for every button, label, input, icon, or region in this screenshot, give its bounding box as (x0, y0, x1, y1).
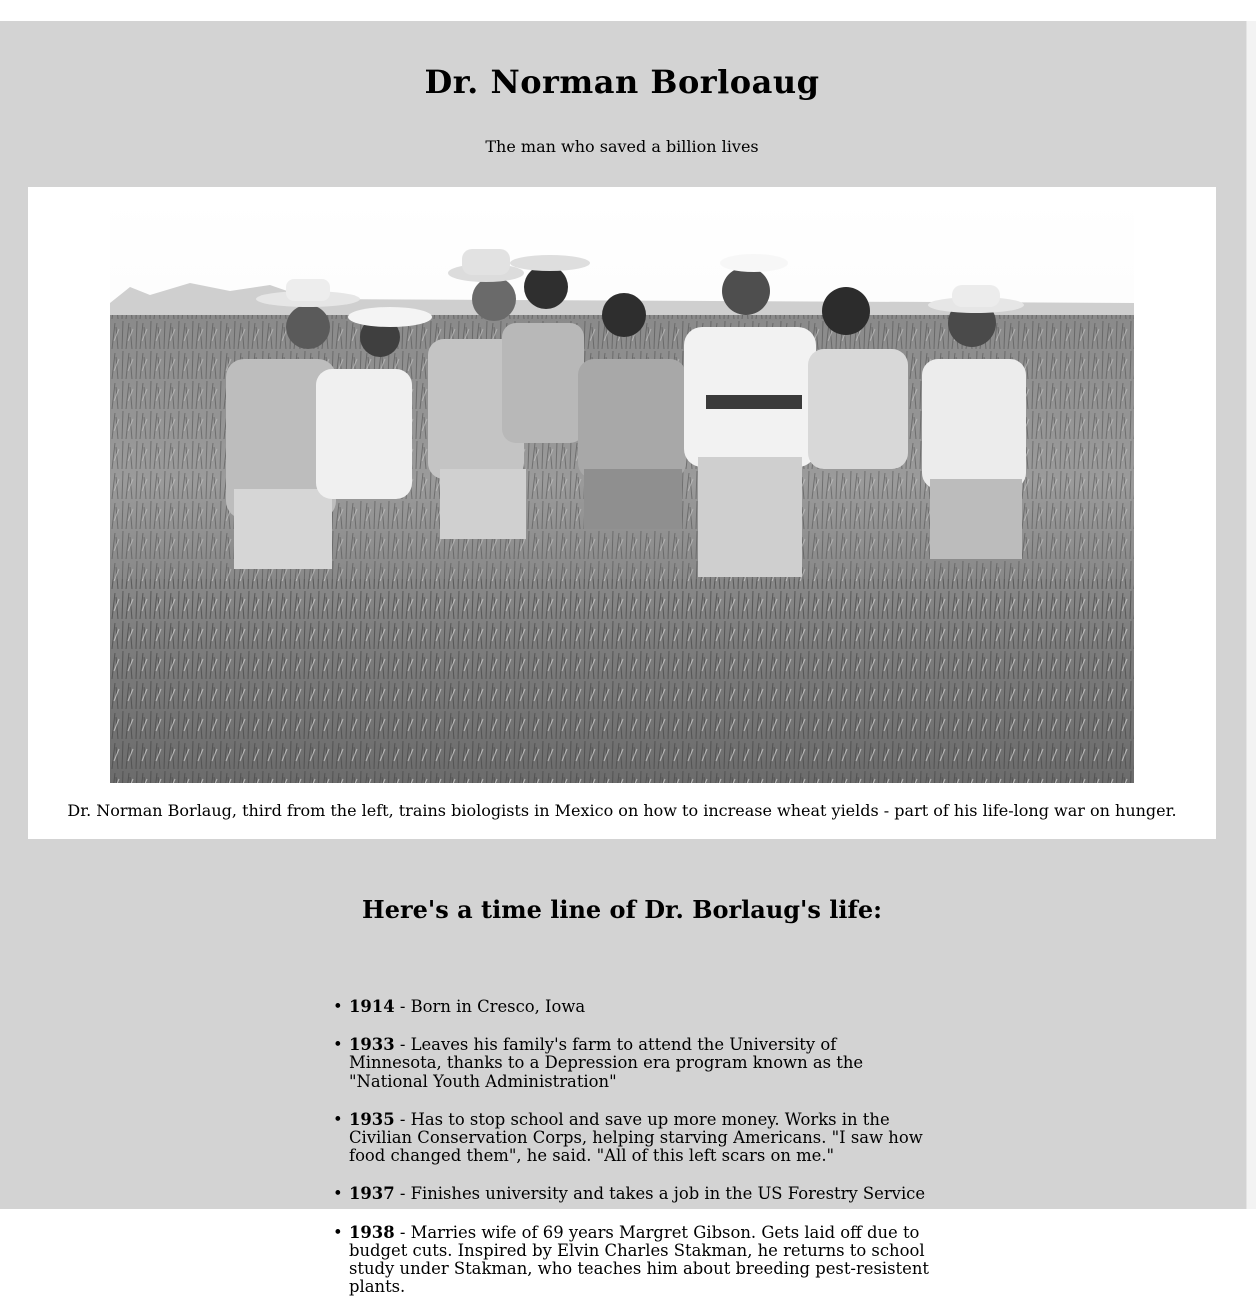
timeline-item: 1935 - Has to stop school and save up mo… (333, 1109, 929, 1166)
main-container: Dr. Norman Borloaug The man who saved a … (0, 21, 1246, 1296)
timeline-year: 1938 (349, 1222, 395, 1242)
timeline-heading: Here's a time line of Dr. Borlaug's life… (362, 895, 882, 924)
timeline-item: 1938 - Marries wife of 69 years Margret … (333, 1222, 929, 1297)
page-tagline: The man who saved a billion lives (485, 137, 759, 156)
image-panel: Dr. Norman Borlaug, third from the left,… (28, 187, 1216, 839)
timeline-list: 1914 - Born in Cresco, Iowa 1933 - Leave… (333, 997, 929, 1316)
page-title: Dr. Norman Borloaug (424, 63, 820, 101)
timeline-year: 1937 (349, 1184, 395, 1204)
scrollbar-track[interactable] (1246, 21, 1256, 1209)
timeline-year: 1933 (349, 1035, 395, 1055)
timeline-text: - Born in Cresco, Iowa (394, 997, 586, 1016)
timeline-text: - Leaves his family's farm to attend the… (349, 1035, 864, 1091)
timeline-text: - Finishes university and takes a job in… (394, 1184, 926, 1204)
timeline-text: - Marries wife of 69 years Margret Gibso… (349, 1222, 929, 1297)
timeline-year: 1914 (349, 997, 395, 1016)
timeline-text: - Has to stop school and save up more mo… (349, 1109, 923, 1166)
timeline-item: 1914 - Born in Cresco, Iowa (333, 997, 929, 1016)
field-photo (110, 199, 1134, 783)
timeline-item: 1933 - Leaves his family's farm to atten… (333, 1035, 929, 1091)
timeline-year: 1935 (349, 1109, 395, 1129)
image-caption: Dr. Norman Borlaug, third from the left,… (67, 801, 1177, 820)
timeline-item: 1937 - Finishes university and takes a j… (333, 1184, 929, 1204)
